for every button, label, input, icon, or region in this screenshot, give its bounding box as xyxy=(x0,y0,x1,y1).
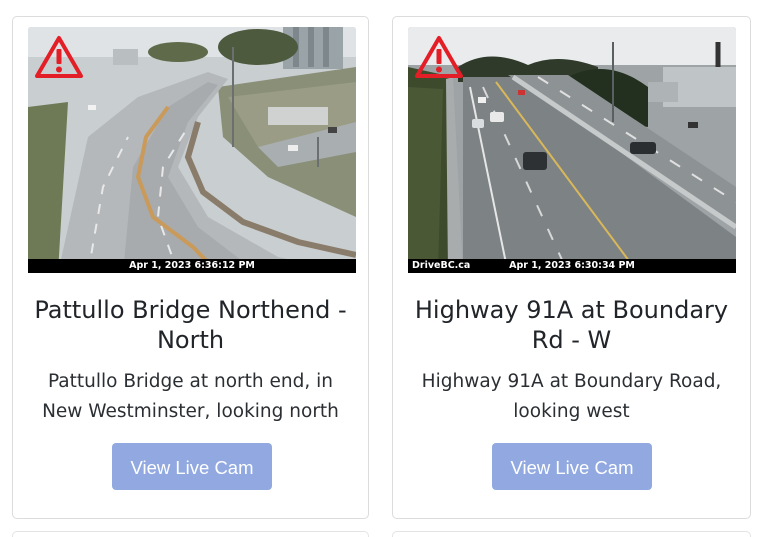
camera-image[interactable]: Apr 1, 2023 6:36:12 PM xyxy=(28,27,356,273)
camera-description: Pattullo Bridge at north end, in New Wes… xyxy=(42,371,339,422)
next-card-edge xyxy=(392,531,751,537)
warning-triangle-icon xyxy=(415,36,463,78)
view-live-cam-button[interactable]: View Live Cam xyxy=(112,443,272,490)
camera-card-pattullo: Apr 1, 2023 6:36:12 PM Pattullo Bridge N… xyxy=(12,16,369,519)
image-timestamp: Apr 1, 2023 6:30:34 PM xyxy=(509,260,635,271)
image-caption-bar: Apr 1, 2023 6:36:12 PM xyxy=(28,259,356,273)
camera-title: Highway 91A at Boundary Rd - W xyxy=(414,296,729,354)
next-card-edge xyxy=(12,531,369,537)
camera-description: Highway 91A at Boundary Road, looking we… xyxy=(421,371,722,422)
warning-triangle-icon xyxy=(35,36,83,78)
camera-card-highway-91a: DriveBC.ca Apr 1, 2023 6:30:34 PM Highwa… xyxy=(392,16,751,519)
image-timestamp: Apr 1, 2023 6:36:12 PM xyxy=(129,260,255,271)
view-live-cam-button[interactable]: View Live Cam xyxy=(492,443,652,490)
image-caption-bar: DriveBC.ca Apr 1, 2023 6:30:34 PM xyxy=(408,259,736,273)
camera-image[interactable]: DriveBC.ca Apr 1, 2023 6:30:34 PM xyxy=(408,27,736,273)
camera-title: Pattullo Bridge Northend - North xyxy=(34,296,347,354)
